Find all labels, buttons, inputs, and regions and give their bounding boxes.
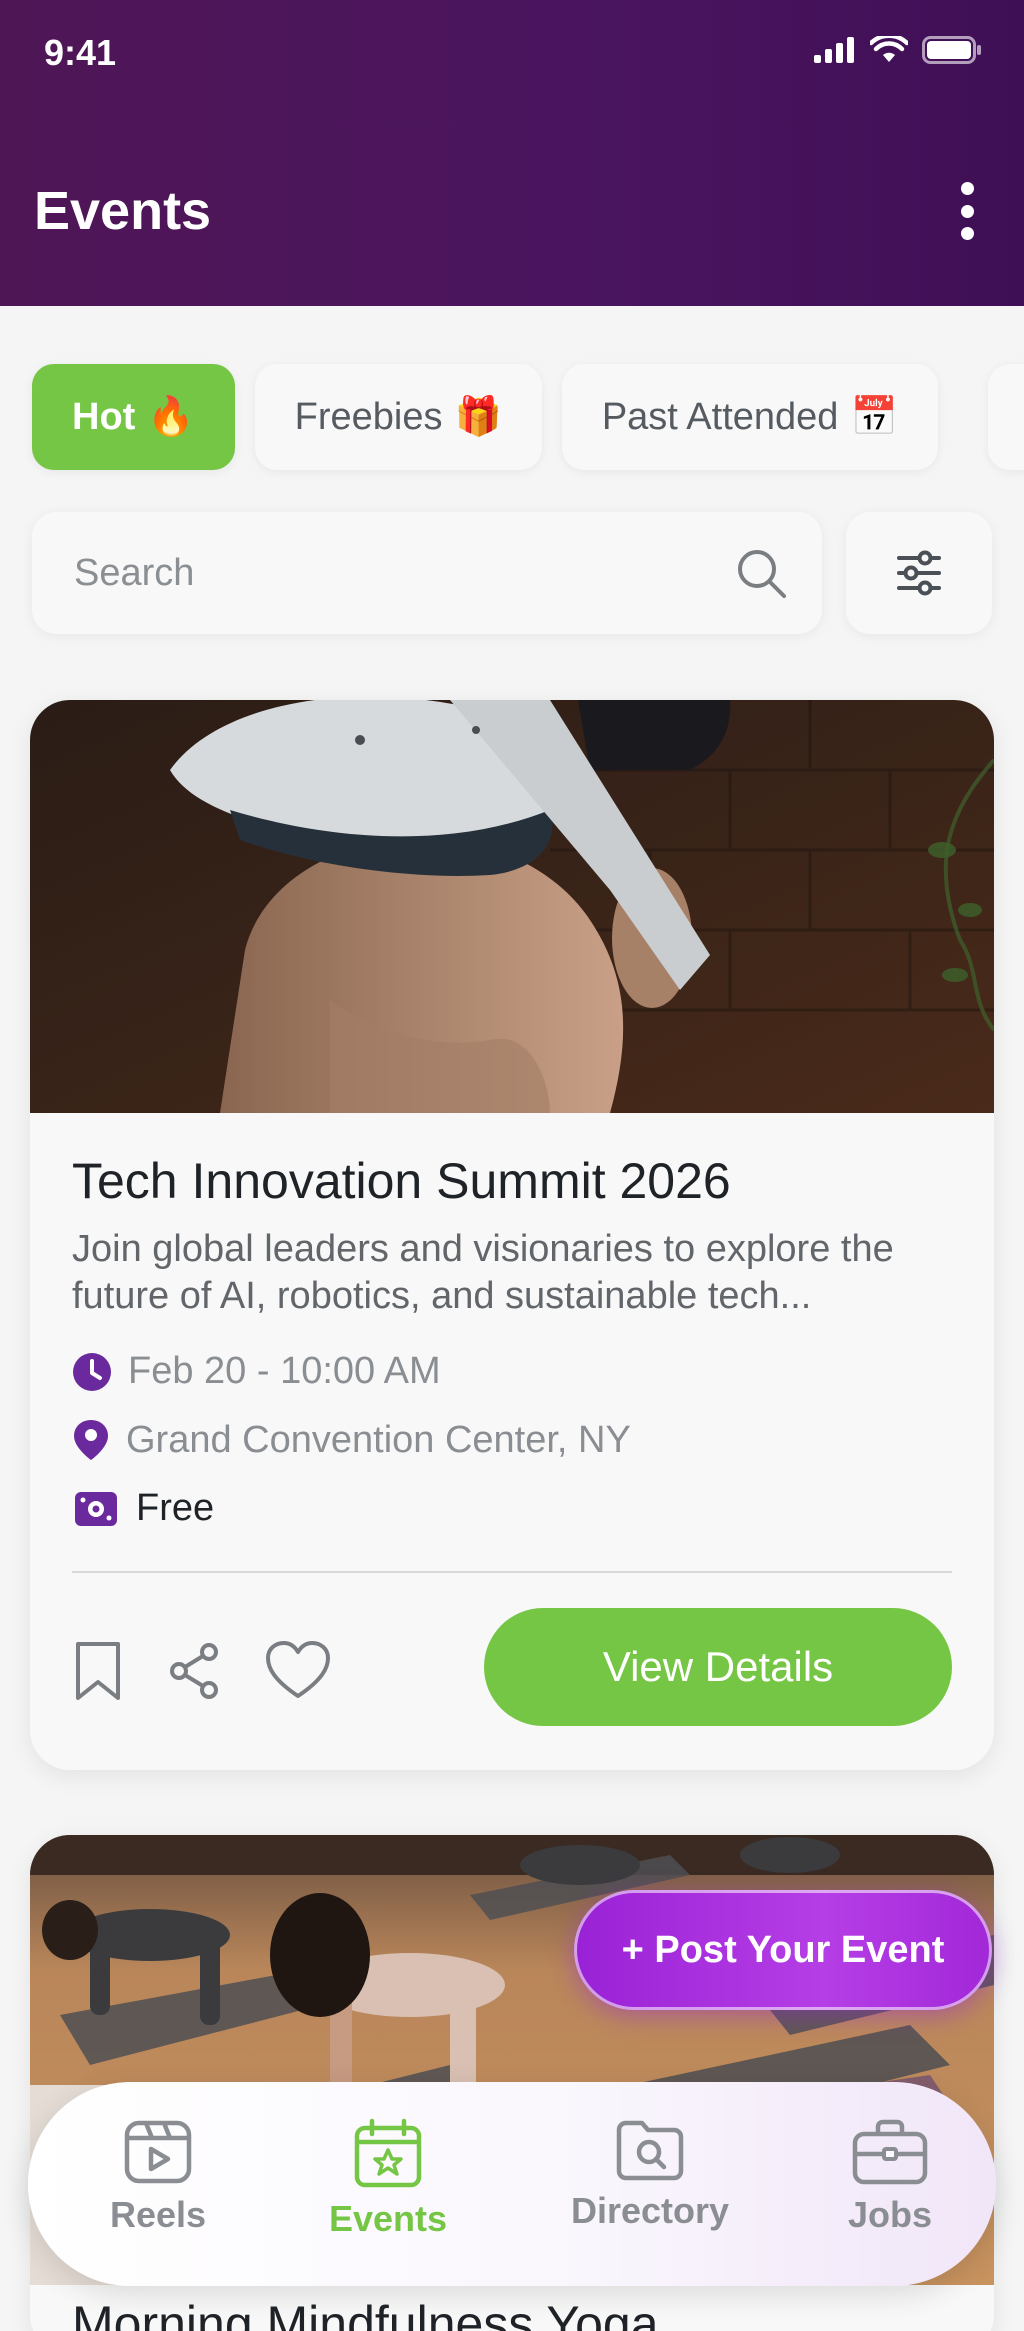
briefcase-icon — [852, 2119, 928, 2185]
status-time: 9:41 — [44, 32, 117, 73]
directory-search-icon — [616, 2120, 684, 2181]
nav-item-jobs[interactable]: Jobs — [810, 2118, 970, 2236]
more-options-icon[interactable] — [950, 178, 984, 244]
battery-icon — [922, 36, 981, 64]
cellular-signal-icon — [814, 37, 854, 63]
filter-button[interactable] — [846, 512, 992, 634]
wifi-icon — [870, 36, 908, 62]
event-location-row: Grand Convention Center, NY — [72, 1418, 631, 1462]
event-location: Grand Convention Center, NY — [126, 1418, 631, 1461]
bottom-nav: Reels Events Directory Jobs — [28, 2082, 996, 2286]
page-title: Events — [34, 181, 212, 241]
gift-icon: 🎁 — [454, 396, 502, 438]
view-details-button[interactable]: View Details — [484, 1608, 952, 1726]
nav-label: Events — [328, 2198, 448, 2239]
chip-freebies[interactable]: Freebies 🎁 — [254, 364, 542, 470]
event-image-vr[interactable] — [30, 700, 994, 1113]
app-header: 9:41 Events — [0, 0, 1024, 306]
event-price-row: Free — [72, 1487, 214, 1530]
event-card[interactable]: Tech Innovation Summit 2026 Join global … — [30, 700, 994, 1770]
nav-item-reels[interactable]: Reels — [68, 2118, 248, 2236]
calendar-star-icon — [354, 2118, 422, 2188]
event-price: Free — [136, 1487, 215, 1529]
chip-hot[interactable]: Hot 🔥 — [32, 364, 235, 470]
chip-overflow[interactable] — [988, 364, 1024, 470]
fire-icon: 🔥 — [147, 396, 195, 438]
event-datetime: Feb 20 - 10:00 AM — [128, 1350, 441, 1392]
calendar-icon: 📅 — [850, 396, 898, 438]
event-title: Morning Mindfulness Yoga — [72, 2296, 659, 2331]
search-bar — [32, 512, 822, 634]
status-icons — [814, 36, 982, 64]
filter-chips: Hot 🔥 Freebies 🎁 Past Attended 📅 — [32, 364, 938, 470]
nav-label: Directory — [570, 2190, 730, 2231]
search-icon[interactable] — [734, 546, 788, 600]
clock-icon — [73, 1352, 111, 1391]
bookmark-icon[interactable] — [72, 1640, 124, 1702]
ticket-money-icon — [75, 1491, 117, 1526]
chip-label: Freebies — [294, 395, 443, 438]
post-event-button[interactable]: + Post Your Event — [574, 1890, 992, 2010]
sliders-icon — [897, 550, 941, 596]
card-divider — [72, 1571, 952, 1573]
location-pin-icon — [74, 1420, 108, 1460]
chip-label: Hot — [72, 395, 136, 438]
event-description: Join global leaders and visionaries to e… — [72, 1228, 894, 1317]
chip-past-attended[interactable]: Past Attended 📅 — [561, 364, 938, 470]
nav-item-directory[interactable]: Directory — [530, 2118, 770, 2232]
share-icon[interactable] — [166, 1640, 222, 1702]
nav-label: Jobs — [847, 2194, 933, 2235]
chip-label: Past Attended — [601, 395, 839, 438]
reels-icon — [124, 2120, 192, 2184]
event-title: Tech Innovation Summit 2026 — [72, 1153, 731, 1209]
heart-icon[interactable] — [264, 1640, 332, 1702]
nav-label: Reels — [109, 2194, 207, 2235]
search-input[interactable] — [74, 546, 714, 600]
event-datetime-row: Feb 20 - 10:00 AM — [72, 1350, 441, 1393]
nav-item-events[interactable]: Events — [298, 2118, 478, 2240]
